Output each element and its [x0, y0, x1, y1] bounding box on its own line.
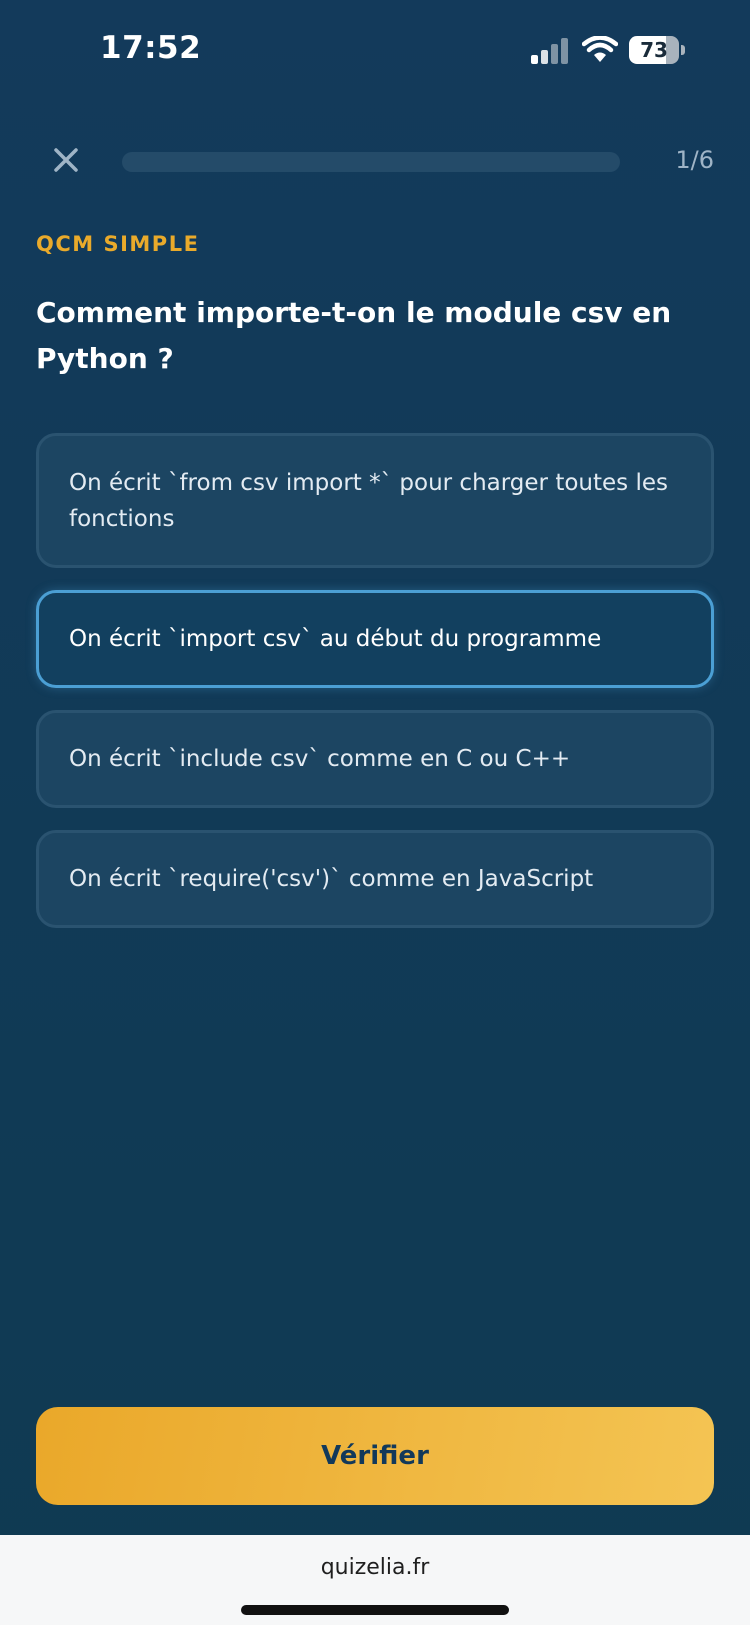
- answer-option[interactable]: On écrit `require('csv')` comme en JavaS…: [36, 830, 714, 928]
- browser-bar: quizelia.fr: [0, 1535, 750, 1625]
- battery-icon: 73: [629, 36, 685, 64]
- quiz-screen: 17:52 73 1/6 QCM SIMPLE Comment importe-…: [0, 0, 750, 1625]
- close-button[interactable]: [46, 140, 86, 180]
- close-icon: [54, 148, 78, 172]
- answer-option[interactable]: On écrit `from csv import *` pour charge…: [36, 433, 714, 568]
- question-text: Comment importe-t-on le module csv en Py…: [36, 296, 672, 375]
- answer-option-label: On écrit `from csv import *` pour charge…: [69, 469, 668, 532]
- battery-level: 73: [640, 38, 668, 62]
- home-indicator[interactable]: [241, 1605, 509, 1615]
- answer-option-label: On écrit `require('csv')` comme en JavaS…: [69, 866, 594, 892]
- battery-tip: [681, 45, 685, 55]
- answer-option-label: On écrit `include csv` comme en C ou C++: [69, 746, 571, 772]
- verify-button[interactable]: Vérifier: [36, 1407, 714, 1505]
- signal-icon: [531, 38, 568, 64]
- battery-body: 73: [629, 36, 679, 64]
- progress-bar: [122, 152, 620, 172]
- progress-count: 1/6: [675, 146, 714, 174]
- browser-url[interactable]: quizelia.fr: [0, 1555, 750, 1580]
- answer-option[interactable]: On écrit `include csv` comme en C ou C++: [36, 710, 714, 808]
- question-type: QCM SIMPLE: [36, 232, 200, 256]
- answer-option[interactable]: On écrit `import csv` au début du progra…: [36, 590, 714, 688]
- status-time: 17:52: [100, 30, 202, 66]
- status-bar: 17:52 73: [0, 0, 750, 100]
- answer-option-label: On écrit `import csv` au début du progra…: [69, 626, 602, 652]
- wifi-icon: [582, 36, 618, 62]
